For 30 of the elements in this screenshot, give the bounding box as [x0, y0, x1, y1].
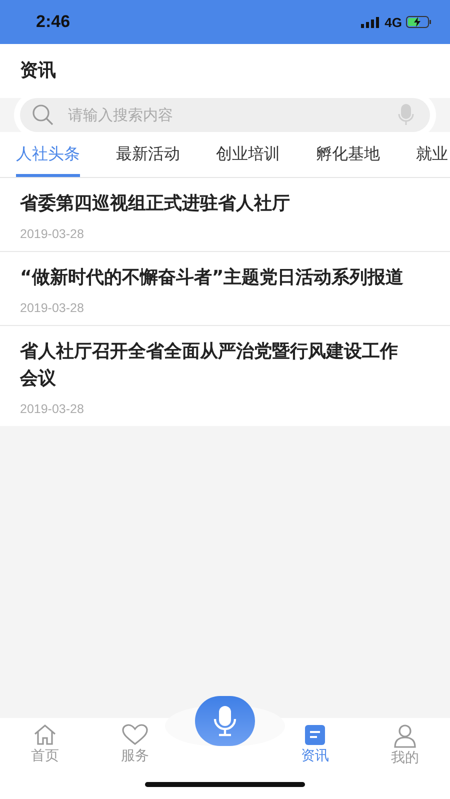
status-time: 2:46 — [36, 12, 70, 32]
microphone-icon[interactable] — [398, 104, 414, 126]
search-icon — [32, 104, 54, 126]
category-tab[interactable]: 孵化基地 — [316, 140, 380, 177]
home-icon — [33, 724, 57, 746]
category-tab[interactable]: 最新活动 — [116, 140, 180, 177]
news-title: 省人社厅召开全省全面从严治党暨行风建设工作会议 — [20, 340, 399, 391]
news-item[interactable]: 省人社厅召开全省全面从严治党暨行风建设工作会议 2019-03-28 — [0, 326, 450, 426]
search-bar[interactable]: 请输入搜索内容 — [20, 98, 430, 132]
nav-tab[interactable]: 资讯 — [270, 718, 360, 776]
battery-icon — [406, 16, 432, 28]
voice-button[interactable] — [195, 696, 255, 746]
user-icon — [393, 724, 417, 748]
home-indicator[interactable] — [145, 782, 305, 787]
news-date: 2019-03-28 — [20, 227, 85, 241]
microphone-icon — [213, 705, 237, 737]
page-title: 资讯 — [20, 60, 56, 81]
network-label: 4G — [384, 14, 402, 30]
news-date: 2019-03-28 — [20, 301, 85, 315]
news-icon — [304, 724, 326, 746]
heart-icon — [122, 724, 148, 746]
news-item[interactable]: 省委第四巡视组正式进驻省人社厅 2019-03-28 — [0, 178, 450, 252]
news-date: 2019-03-28 — [20, 402, 85, 416]
category-tab[interactable]: 创业培训 — [216, 140, 280, 177]
news-title: “做新时代的不懈奋斗者”主题党日活动系列报道 — [20, 266, 405, 290]
news-title: 省委第四巡视组正式进驻省人社厅 — [20, 192, 291, 216]
signal-icon — [360, 16, 381, 28]
search-field[interactable]: 请输入搜索内容 — [68, 106, 384, 124]
category-tab[interactable]: 就业 — [416, 140, 448, 177]
news-item[interactable]: “做新时代的不懈奋斗者”主题党日活动系列报道 2019-03-28 — [0, 252, 450, 326]
